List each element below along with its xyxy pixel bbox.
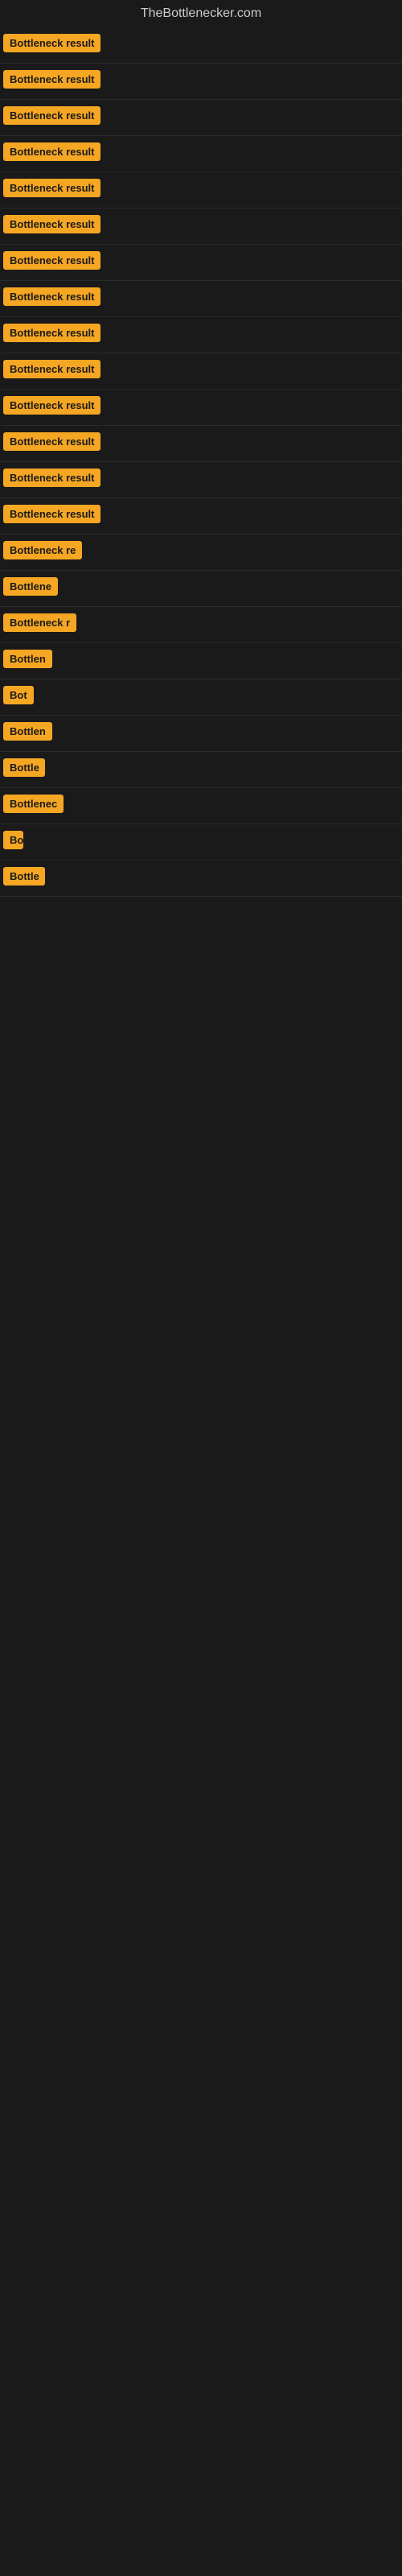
site-title: TheBottlenecker.com (0, 0, 402, 27)
list-item[interactable]: Bottleneck result (0, 172, 402, 208)
bottleneck-result-badge[interactable]: Bottlen (3, 722, 52, 741)
bottleneck-result-badge[interactable]: Bottleneck result (3, 215, 100, 233)
bottleneck-result-badge[interactable]: Bo (3, 831, 23, 849)
bottleneck-result-badge[interactable]: Bottleneck result (3, 360, 100, 378)
list-item[interactable]: Bottleneck re (0, 535, 402, 571)
bottleneck-result-badge[interactable]: Bot (3, 686, 34, 704)
list-item[interactable]: Bottleneck result (0, 426, 402, 462)
bottleneck-result-badge[interactable]: Bottleneck result (3, 106, 100, 125)
list-item[interactable]: Bottleneck r (0, 607, 402, 643)
site-title-bar: TheBottlenecker.com (0, 0, 402, 27)
bottleneck-result-badge[interactable]: Bottleneck result (3, 324, 100, 342)
list-item[interactable]: Bottleneck result (0, 100, 402, 136)
list-item[interactable]: Bottle (0, 861, 402, 897)
bottleneck-result-badge[interactable]: Bottleneck result (3, 432, 100, 451)
list-item[interactable]: Bot (0, 679, 402, 716)
list-item[interactable]: Bottlene (0, 571, 402, 607)
bottleneck-result-badge[interactable]: Bottleneck result (3, 396, 100, 415)
list-item[interactable]: Bottleneck result (0, 281, 402, 317)
bottleneck-result-badge[interactable]: Bottleneck result (3, 34, 100, 52)
list-item[interactable]: Bottleneck result (0, 245, 402, 281)
bottleneck-result-badge[interactable]: Bottleneck re (3, 541, 82, 559)
bottleneck-result-badge[interactable]: Bottleneck result (3, 505, 100, 523)
bottleneck-result-badge[interactable]: Bottlen (3, 650, 52, 668)
bottleneck-result-badge[interactable]: Bottleneck result (3, 70, 100, 89)
bottleneck-result-badge[interactable]: Bottleneck result (3, 469, 100, 487)
bottleneck-result-badge[interactable]: Bottle (3, 867, 45, 886)
bottleneck-result-badge[interactable]: Bottleneck result (3, 287, 100, 306)
bottleneck-result-badge[interactable]: Bottleneck result (3, 179, 100, 197)
list-item[interactable]: Bottleneck result (0, 498, 402, 535)
bottleneck-result-badge[interactable]: Bottle (3, 758, 45, 777)
list-item[interactable]: Bottlen (0, 716, 402, 752)
list-item[interactable]: Bottleneck result (0, 353, 402, 390)
list-item[interactable]: Bottleneck result (0, 208, 402, 245)
list-item[interactable]: Bottleneck result (0, 64, 402, 100)
list-item[interactable]: Bottleneck result (0, 27, 402, 64)
list-item[interactable]: Bottleneck result (0, 462, 402, 498)
list-item[interactable]: Bottle (0, 752, 402, 788)
list-item[interactable]: Bottleneck result (0, 390, 402, 426)
list-item[interactable]: Bottlenec (0, 788, 402, 824)
rows-container: Bottleneck result Bottleneck result Bottle… (0, 27, 402, 897)
bottleneck-result-badge[interactable]: Bottlene (3, 577, 58, 596)
bottleneck-result-badge[interactable]: Bottleneck result (3, 251, 100, 270)
list-item[interactable]: Bottleneck result (0, 136, 402, 172)
bottleneck-result-badge[interactable]: Bottleneck result (3, 142, 100, 161)
list-item[interactable]: Bottlen (0, 643, 402, 679)
list-item[interactable]: Bo (0, 824, 402, 861)
bottleneck-result-badge[interactable]: Bottleneck r (3, 613, 76, 632)
list-item[interactable]: Bottleneck result (0, 317, 402, 353)
bottleneck-result-badge[interactable]: Bottlenec (3, 795, 64, 813)
